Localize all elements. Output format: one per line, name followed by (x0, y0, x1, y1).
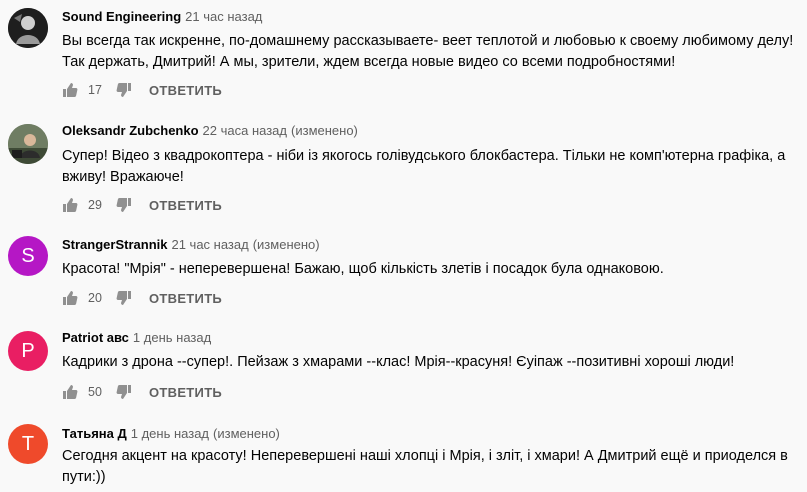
comment-author[interactable]: Sound Engineering (62, 9, 181, 24)
comment-text: Вы всегда так искренне, по-домашнему рас… (62, 33, 794, 70)
edited-label: (изменено) (252, 237, 320, 252)
avatar[interactable]: P (8, 331, 48, 371)
comment-header: Oleksandr Zubchenko 22 часа назад (изменен… (62, 122, 358, 140)
comment-toolbar: 20 ОТВЕТИТЬ (62, 286, 222, 310)
comment-toolbar: 29 ОТВЕТИТЬ (62, 193, 222, 217)
comment-text: Кадрики з дрона --супер!. Пейзаж з хмара… (62, 354, 735, 370)
comment-time[interactable]: 21 час назад (171, 237, 248, 252)
avatar[interactable] (8, 124, 48, 164)
thumbs-up-icon[interactable] (62, 82, 78, 98)
comment-author[interactable]: StrangerStrannik (62, 237, 167, 252)
comment-time[interactable]: 1 день назад (131, 426, 209, 441)
thumbs-down-icon[interactable] (116, 197, 132, 213)
thumbs-up-icon[interactable] (62, 197, 78, 213)
avatar-letter: S (21, 244, 35, 267)
comment-header: Татьяна Д 1 день назад (изменено) (62, 425, 280, 443)
comment-time[interactable]: 21 час назад (185, 9, 262, 24)
reply-button[interactable]: ОТВЕТИТЬ (149, 291, 222, 306)
comment-text: Супер! Відео з квадрокоптера - ніби із я… (62, 148, 786, 185)
edited-label: (изменено) (213, 426, 280, 441)
like-count: 17 (88, 83, 102, 97)
avatar-image (8, 124, 48, 164)
comment-text: Сегодня акцент на красоту! Неперевершені… (62, 448, 788, 485)
like-count: 50 (88, 385, 102, 399)
thumbs-down-icon[interactable] (116, 82, 132, 98)
thumbs-up-icon[interactable] (62, 290, 78, 306)
comment-author[interactable]: Татьяна Д (62, 426, 127, 441)
reply-button[interactable]: ОТВЕТИТЬ (149, 83, 222, 98)
comment-header: Sound Engineering 21 час назад (62, 8, 262, 26)
comment-toolbar: 17 ОТВЕТИТЬ (62, 78, 222, 102)
thumbs-down-icon[interactable] (116, 290, 132, 306)
comment-author[interactable]: Oleksandr Zubchenko (62, 123, 199, 138)
comment-time[interactable]: 1 день назад (133, 330, 211, 345)
comment-author[interactable]: Patriot авс (62, 330, 129, 345)
comment-toolbar: 50 ОТВЕТИТЬ (62, 380, 222, 404)
edited-label: (изменено) (291, 123, 358, 138)
reply-button[interactable]: ОТВЕТИТЬ (149, 385, 222, 400)
like-count: 29 (88, 198, 102, 212)
avatar[interactable]: S (8, 236, 48, 276)
avatar-letter: P (21, 339, 35, 362)
thumbs-up-icon[interactable] (62, 384, 78, 400)
like-count: 20 (88, 291, 102, 305)
thumbs-down-icon[interactable] (116, 384, 132, 400)
comment-header: Patriot авс 1 день назад (62, 329, 211, 347)
avatar-image (8, 8, 48, 48)
avatar[interactable] (8, 8, 48, 48)
avatar-letter: T (21, 432, 35, 455)
comment-header: StrangerStrannik 21 час назад (изменено) (62, 236, 320, 254)
comment-time[interactable]: 22 часа назад (203, 123, 287, 138)
avatar[interactable]: T (8, 424, 48, 464)
comment-text: Красота! "Мрія" - неперевершена! Бажаю, … (62, 261, 664, 277)
reply-button[interactable]: ОТВЕТИТЬ (149, 198, 222, 213)
